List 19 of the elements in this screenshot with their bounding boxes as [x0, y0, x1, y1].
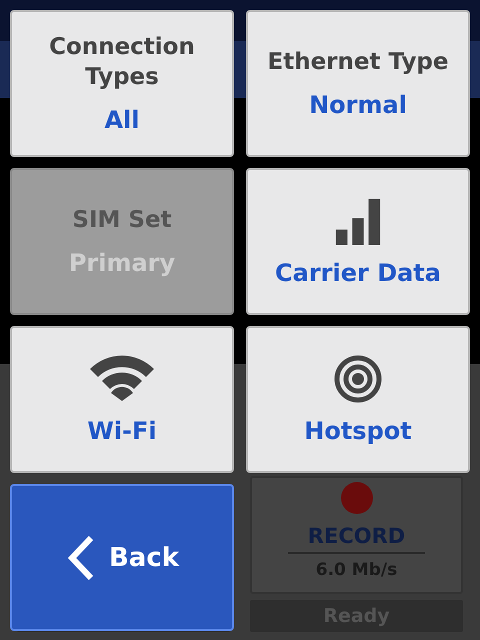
wifi-button[interactable]: Wi-Fi: [10, 326, 234, 473]
button-label: Wi-Fi: [87, 416, 157, 444]
wifi-icon: [88, 354, 156, 402]
setting-value: Normal: [309, 91, 407, 120]
record-icon: [340, 482, 372, 514]
setting-title: SIM Set: [71, 206, 173, 235]
button-label: Hotspot: [304, 416, 412, 444]
carrier-button[interactable]: Carrier Data: [246, 168, 470, 315]
setting-button[interactable]: Ethernet Type Normal: [246, 10, 470, 157]
setting-title: Connection Types: [48, 32, 196, 92]
target-icon: [334, 354, 382, 402]
setting-value: All: [104, 106, 140, 134]
back-button[interactable]: Back: [10, 484, 234, 631]
setting-title: Ethernet Type: [266, 48, 450, 77]
signal-icon: [333, 196, 383, 244]
button-label: Back: [108, 542, 180, 572]
button-label: Carrier Data: [275, 258, 441, 286]
hotspot-button[interactable]: Hotspot: [246, 326, 470, 473]
setting-button[interactable]: Connection Types All: [10, 10, 234, 157]
